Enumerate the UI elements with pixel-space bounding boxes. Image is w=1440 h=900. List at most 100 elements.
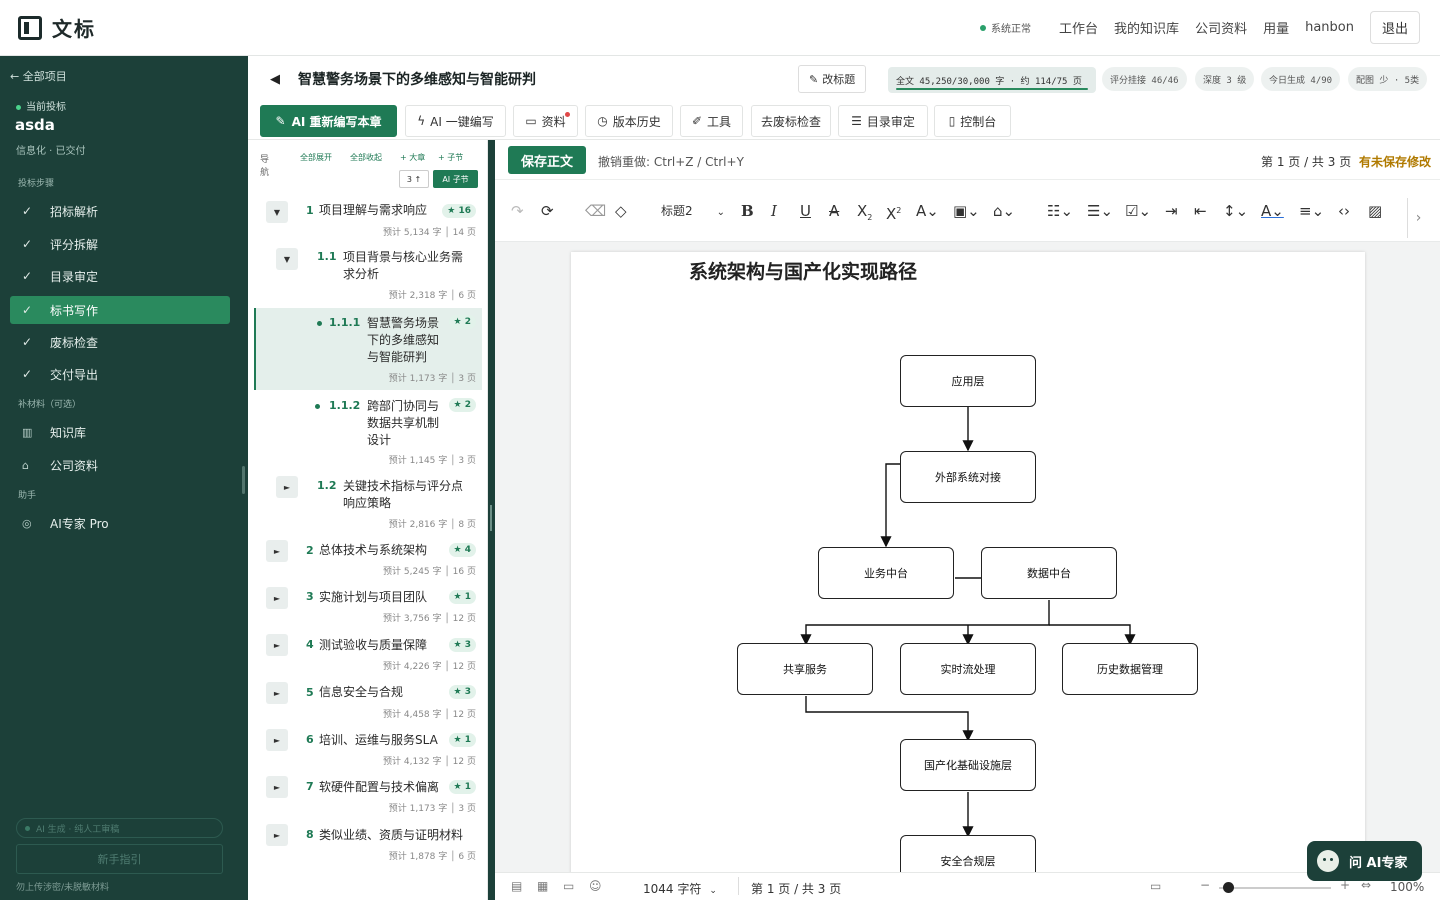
console-button[interactable]: ▯ 控制台 [934,105,1011,137]
strikethrough-icon[interactable]: A [829,200,839,222]
version-history-button[interactable]: ◷ 版本历史 [585,105,673,137]
ai-rewrite-chapter-button[interactable]: ✎ AI 重新编写本章 [260,105,397,137]
ask-ai-expert-button[interactable]: 问 AI专家 [1307,841,1422,881]
nav-usage[interactable]: 用量 [1263,18,1289,37]
guide-button[interactable]: 新手指引 [16,844,223,874]
bullet-list-icon[interactable]: ☰⌄ [1087,200,1113,222]
add-chapter-button[interactable]: + 大章 [400,152,425,163]
sidebar-resize-handle[interactable] [242,466,245,494]
chevron-right-icon[interactable]: › [1407,198,1429,238]
node-data-middle[interactable]: 数据中台 [981,547,1117,599]
dewaste-check-button[interactable]: 去废标检查 [751,105,831,137]
outline-item-1[interactable]: ▼ 1 项目理解与需求响应 ★ 16 预计 5,134 字 │ 14 页 [256,198,482,242]
italic-icon[interactable]: I [771,200,777,222]
outline-item-2[interactable]: ► 2 总体技术与系统架构 ★ 4 预计 5,245 字 │ 16 页 [256,538,482,580]
zoom-out-icon[interactable]: − [1200,878,1210,892]
node-security-compliance[interactable]: 安全合规层 [900,835,1036,872]
sidebar-item-knowledge[interactable]: ▥ 知识库 [10,418,230,446]
outline-item-6[interactable]: ► 6 培训、运维与服务SLA ★ 1 预计 4,132 字 │ 12 页 [256,728,482,770]
expand-toggle[interactable]: ► [266,729,288,751]
outline-item-1-1-2[interactable]: 1.1.2 跨部门协同与数据共享机制设计 ★ 2 预计 1,145 字 │ 3 … [256,394,482,466]
step-score-breakdown[interactable]: ✓ 评分拆解 [10,230,230,258]
font-size-icon[interactable]: A⌄ [916,200,939,222]
sidebar-item-ai-expert[interactable]: ◎ AI专家 Pro [10,509,230,537]
username[interactable]: hanbon [1305,20,1354,35]
back-icon[interactable]: ◀ [270,72,280,87]
format-painter-icon[interactable]: ⌫ [585,200,606,222]
text-color-icon[interactable]: A⌄ [1261,200,1284,222]
node-business-middle[interactable]: 业务中台 [818,547,954,599]
heading-select[interactable]: 标题2 ⌄ [661,200,725,222]
step-bid-analysis[interactable]: ✓ 招标解析 [10,197,230,225]
zoom-slider-knob[interactable] [1223,882,1234,893]
underline-icon[interactable]: U [800,200,811,222]
superscript-icon[interactable]: X2 [886,200,901,223]
step-export[interactable]: ✓ 交付导出 [10,360,230,388]
eraser-icon[interactable]: ◇ [615,200,627,222]
outline-item-4[interactable]: ► 4 测试验收与质量保障 ★ 3 预计 4,226 字 │ 12 页 [256,633,482,675]
code-icon[interactable]: ‹› [1338,200,1350,222]
align-icon[interactable]: ≡⌄ [1299,200,1324,222]
expand-toggle[interactable]: ► [266,682,288,704]
expand-toggle[interactable]: ► [276,476,298,498]
step-toc-review[interactable]: ✓ 目录审定 [10,262,230,290]
web-view-icon[interactable]: ▦ [537,879,548,893]
fullscreen-icon[interactable]: ▭ [1150,879,1161,893]
ai-oneclick-button[interactable]: ϟ AI 一键编写 [405,105,506,137]
outline-item-5[interactable]: ► 5 信息安全与合规 ★ 3 预计 4,458 字 │ 12 页 [256,680,482,722]
node-app-layer[interactable]: 应用层 [900,355,1036,407]
expand-toggle[interactable]: ► [266,540,288,562]
expand-toggle[interactable]: ► [266,776,288,798]
sidebar-item-company[interactable]: ⌂ 公司资料 [10,451,230,479]
highlight-icon[interactable]: ⌂⌄ [993,200,1015,222]
tools-button[interactable]: ✐ 工具 [680,105,743,137]
add-section-button[interactable]: + 子节 [438,152,463,163]
app-logo[interactable]: 文标 [18,13,96,42]
expand-toggle[interactable]: ► [266,587,288,609]
rename-button[interactable]: ✎ 改标题 [798,65,867,93]
outline-item-1-2[interactable]: ► 1.2 关键技术指标与评分点响应策略 预计 2,816 字 │ 8 页 [256,474,482,530]
collapse-toggle[interactable]: ▼ [266,201,288,223]
line-height-icon[interactable]: ↕⌄ [1223,200,1248,222]
materials-button[interactable]: ▭ 资料 [513,105,578,137]
outline-view-icon[interactable]: ▭ [563,879,574,893]
save-body-button[interactable]: 保存正文 [508,146,586,174]
clear-format-icon[interactable]: ▨ [1368,200,1382,222]
node-domestic-infra[interactable]: 国产化基础设施层 [900,739,1036,791]
outdent-icon[interactable]: ⇤ [1194,200,1207,222]
collapse-all-button[interactable]: 全部收起 [350,152,382,163]
ai-subsection-button[interactable]: AI 子节 [433,170,478,188]
node-external-integration[interactable]: 外部系统对接 [900,451,1036,503]
nav-workbench[interactable]: 工作台 [1059,18,1098,37]
logout-button[interactable]: 退出 [1369,11,1420,44]
outline-item-1-1-1[interactable]: 1.1.1 智慧警务场景下的多维感知与智能研判 ★ 2 预计 1,173 字 │… [254,308,482,390]
word-count[interactable]: 1044 字符 ⌄ [643,880,717,897]
nav-company[interactable]: 公司资料 [1195,18,1247,37]
page-view-icon[interactable]: ▤ [511,879,522,893]
expand-all-button[interactable]: 全部展开 [300,152,332,163]
bold-icon[interactable]: B [741,200,754,222]
refresh-icon[interactable]: ⟳ [541,200,554,222]
ordered-list-icon[interactable]: ☷⌄ [1047,200,1073,222]
nav-knowledge[interactable]: 我的知识库 [1114,18,1179,37]
editor-canvas[interactable]: 系统架构与国产化实现路径 应用层 外部系统对接 业务中台 数据中台 共享服务 实… [495,242,1440,872]
node-history-data[interactable]: 历史数据管理 [1062,643,1198,695]
step-waste-check[interactable]: ✓ 废标检查 [10,328,230,356]
node-stream-processing[interactable]: 实时流处理 [900,643,1036,695]
step-writing[interactable]: ✓ 标书写作 [10,296,230,324]
document-page[interactable]: 系统架构与国产化实现路径 应用层 外部系统对接 业务中台 数据中台 共享服务 实… [571,252,1365,872]
task-list-icon[interactable]: ☑⌄ [1125,200,1151,222]
emoji-icon[interactable]: ☺ [589,879,602,893]
outline-item-7[interactable]: ► 7 软硬件配置与技术偏离 ★ 1 预计 1,173 字 │ 3 页 [256,776,482,818]
panel-resize-handle[interactable] [488,140,495,900]
outline-item-8[interactable]: ► 8 类似业绩、资质与证明材料 预计 1,878 字 │ 6 页 [256,824,482,866]
subscript-icon[interactable]: X2 [857,200,872,222]
outline-item-1-1[interactable]: ▼ 1.1 项目背景与核心业务需求分析 预计 2,318 字 │ 6 页 [256,246,482,304]
level-stepper[interactable]: 3 ↑ [399,170,429,188]
zoom-slider[interactable] [1219,882,1331,893]
font-color-icon[interactable]: ▣⌄ [953,200,980,222]
toc-review-button[interactable]: ☰ 目录审定 [838,105,928,137]
redo-icon[interactable]: ↷ [511,200,524,222]
outline-item-3[interactable]: ► 3 实施计划与项目团队 ★ 1 预计 3,756 字 │ 12 页 [256,586,482,628]
indent-icon[interactable]: ⇥ [1165,200,1178,222]
